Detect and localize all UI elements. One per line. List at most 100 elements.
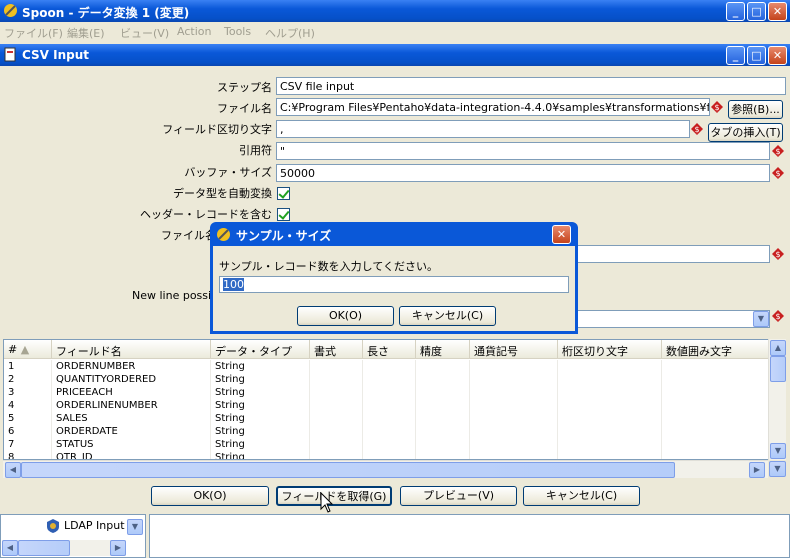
maximize-button[interactable]: □ bbox=[747, 2, 766, 21]
svg-text:$: $ bbox=[775, 250, 780, 259]
header-row-label: ヘッダー・レコードを含む bbox=[140, 208, 272, 221]
step-window-title: CSV Input bbox=[22, 48, 90, 62]
col-header-decimal[interactable]: 数値囲み文字 bbox=[662, 340, 770, 359]
variable-icon: $ bbox=[691, 123, 703, 135]
table-row[interactable]: 1 ORDERNUMBER String bbox=[4, 360, 770, 373]
svg-text:$: $ bbox=[775, 147, 780, 156]
cancel-button[interactable]: キャンセル(C) bbox=[523, 486, 640, 506]
table-header: # ▲ フィールド名 データ・タイプ 書式 長さ 精度 通貨記号 桁区切り文字 … bbox=[4, 340, 770, 359]
partial-input-1[interactable] bbox=[576, 245, 770, 263]
scroll-down-icon[interactable]: ▼ bbox=[769, 461, 786, 477]
lazy-conversion-checkbox[interactable] bbox=[277, 187, 290, 200]
buffer-size-label: バッファ・サイズ bbox=[184, 166, 272, 179]
col-header-index[interactable]: # ▲ bbox=[4, 340, 52, 359]
scroll-thumb[interactable] bbox=[18, 540, 70, 556]
delimiter-input[interactable]: , bbox=[276, 120, 690, 138]
svg-text:$: $ bbox=[775, 312, 780, 321]
close-button[interactable]: ✕ bbox=[768, 2, 787, 21]
variable-icon: $ bbox=[772, 310, 784, 322]
chevron-down-icon[interactable]: ▼ bbox=[753, 311, 769, 327]
close-icon: ✕ bbox=[772, 5, 783, 18]
scroll-up-icon[interactable]: ▲ bbox=[770, 340, 786, 356]
enclosure-label: 引用符 bbox=[239, 144, 272, 157]
col-header-type[interactable]: データ・タイプ bbox=[211, 340, 310, 359]
app-titlebar: Spoon - データ変換 1 (変更) _ □ ✕ bbox=[0, 0, 790, 22]
filename-input[interactable]: C:¥Program Files¥Pentaho¥data-integratio… bbox=[276, 98, 710, 116]
dialog-close-button[interactable]: ✕ bbox=[552, 225, 571, 244]
col-header-fieldname[interactable]: フィールド名 bbox=[52, 340, 211, 359]
table-row[interactable]: 4 ORDERLINENUMBER String bbox=[4, 399, 770, 412]
svg-text:$: $ bbox=[694, 125, 699, 134]
col-header-format[interactable]: 書式 bbox=[310, 340, 363, 359]
dialog-ok-button[interactable]: OK(O) bbox=[297, 306, 394, 326]
sort-up-icon: ▲ bbox=[20, 343, 30, 356]
spoon-app-icon bbox=[217, 228, 230, 241]
scroll-right-icon[interactable]: ▶ bbox=[749, 462, 765, 478]
scroll-thumb[interactable] bbox=[21, 462, 675, 478]
maximize-icon: □ bbox=[751, 49, 762, 62]
table-vertical-scrollbar[interactable]: ▲ ▼ bbox=[768, 339, 786, 460]
table-row[interactable]: 5 SALES String bbox=[4, 412, 770, 425]
step-close-button[interactable]: ✕ bbox=[768, 46, 787, 65]
dialog-prompt: サンプル・レコード数を入力してください。 bbox=[219, 260, 439, 273]
table-horizontal-scrollbar[interactable]: ◀ ▶ bbox=[3, 460, 768, 478]
col-header-group[interactable]: 桁区切り文字 bbox=[558, 340, 662, 359]
mouse-cursor-icon bbox=[320, 492, 334, 513]
ldap-input-icon bbox=[47, 519, 59, 533]
dialog-cancel-button[interactable]: キャンセル(C) bbox=[399, 306, 496, 326]
step-maximize-button[interactable]: □ bbox=[747, 46, 766, 65]
menu-view[interactable]: ビュー(V) bbox=[120, 25, 169, 41]
encoding-select[interactable] bbox=[576, 310, 770, 328]
sample-size-dialog: サンプル・サイズ ✕ サンプル・レコード数を入力してください。 100 OK(O… bbox=[210, 222, 578, 334]
newline-label: New line possib bbox=[132, 289, 219, 302]
step-minimize-button[interactable]: _ bbox=[726, 46, 745, 65]
close-icon: ✕ bbox=[556, 228, 567, 241]
table-row[interactable]: 7 STATUS String bbox=[4, 438, 770, 451]
menu-help[interactable]: ヘルプ(H) bbox=[265, 25, 315, 41]
tree-horizontal-scrollbar[interactable]: ◀ ▶ bbox=[2, 540, 126, 556]
insert-tab-button[interactable]: タブの挿入(T) bbox=[708, 123, 783, 142]
dialog-title: サンプル・サイズ bbox=[236, 229, 332, 243]
variable-icon: $ bbox=[772, 145, 784, 157]
scroll-left-icon[interactable]: ◀ bbox=[2, 540, 18, 556]
preview-button[interactable]: プレビュー(V) bbox=[400, 486, 517, 506]
scroll-right-icon[interactable]: ▶ bbox=[110, 540, 126, 556]
lazy-conversion-label: データ型を自動変換 bbox=[173, 187, 272, 200]
tree-item-ldap-input[interactable]: LDAP Input bbox=[64, 519, 125, 532]
scroll-thumb[interactable] bbox=[770, 356, 786, 382]
step-name-label: ステップ名 bbox=[217, 81, 272, 94]
step-titlebar: CSV Input _ □ ✕ bbox=[0, 44, 790, 66]
menu-bar: ファイル(F) 編集(E) ビュー(V) Action Tools ヘルプ(H) bbox=[0, 22, 790, 41]
col-header-currency[interactable]: 通貨記号 bbox=[470, 340, 558, 359]
sample-size-input[interactable]: 100 bbox=[219, 276, 569, 293]
col-header-length[interactable]: 長さ bbox=[363, 340, 416, 359]
get-fields-button[interactable]: フィールドを取得(G) bbox=[276, 486, 392, 506]
table-row[interactable]: 2 QUANTITYORDERED String bbox=[4, 373, 770, 386]
menu-edit[interactable]: 編集(E) bbox=[67, 25, 105, 41]
variable-icon: $ bbox=[772, 248, 784, 260]
step-name-input[interactable]: CSV file input bbox=[276, 77, 786, 95]
header-row-checkbox[interactable] bbox=[277, 208, 290, 221]
variable-icon: $ bbox=[711, 101, 723, 113]
minimize-button[interactable]: _ bbox=[726, 2, 745, 21]
fields-table: # ▲ フィールド名 データ・タイプ 書式 長さ 精度 通貨記号 桁区切り文字 … bbox=[3, 339, 771, 460]
ok-button[interactable]: OK(O) bbox=[151, 486, 269, 506]
buffer-size-input[interactable]: 50000 bbox=[276, 164, 770, 182]
table-row[interactable]: 6 ORDERDATE String bbox=[4, 425, 770, 438]
step-tree-panel: LDAP Input ▼ ◀ ▶ bbox=[0, 514, 146, 558]
scroll-down-icon[interactable]: ▼ bbox=[770, 443, 786, 459]
enclosure-input[interactable]: " bbox=[276, 142, 770, 160]
maximize-icon: □ bbox=[751, 5, 762, 18]
table-row[interactable]: 8 QTR_ID String bbox=[4, 451, 770, 459]
col-header-precision[interactable]: 精度 bbox=[416, 340, 470, 359]
table-row[interactable]: 3 PRICEEACH String bbox=[4, 386, 770, 399]
minimize-icon: _ bbox=[732, 5, 739, 18]
scroll-left-icon[interactable]: ◀ bbox=[5, 462, 21, 478]
close-icon: ✕ bbox=[772, 49, 783, 62]
menu-action[interactable]: Action bbox=[177, 25, 211, 38]
menu-file[interactable]: ファイル(F) bbox=[4, 25, 63, 41]
chevron-down-icon[interactable]: ▼ bbox=[127, 519, 143, 535]
csv-step-icon bbox=[4, 47, 16, 62]
menu-tools[interactable]: Tools bbox=[224, 25, 251, 38]
browse-button[interactable]: 参照(B)... bbox=[728, 100, 783, 119]
